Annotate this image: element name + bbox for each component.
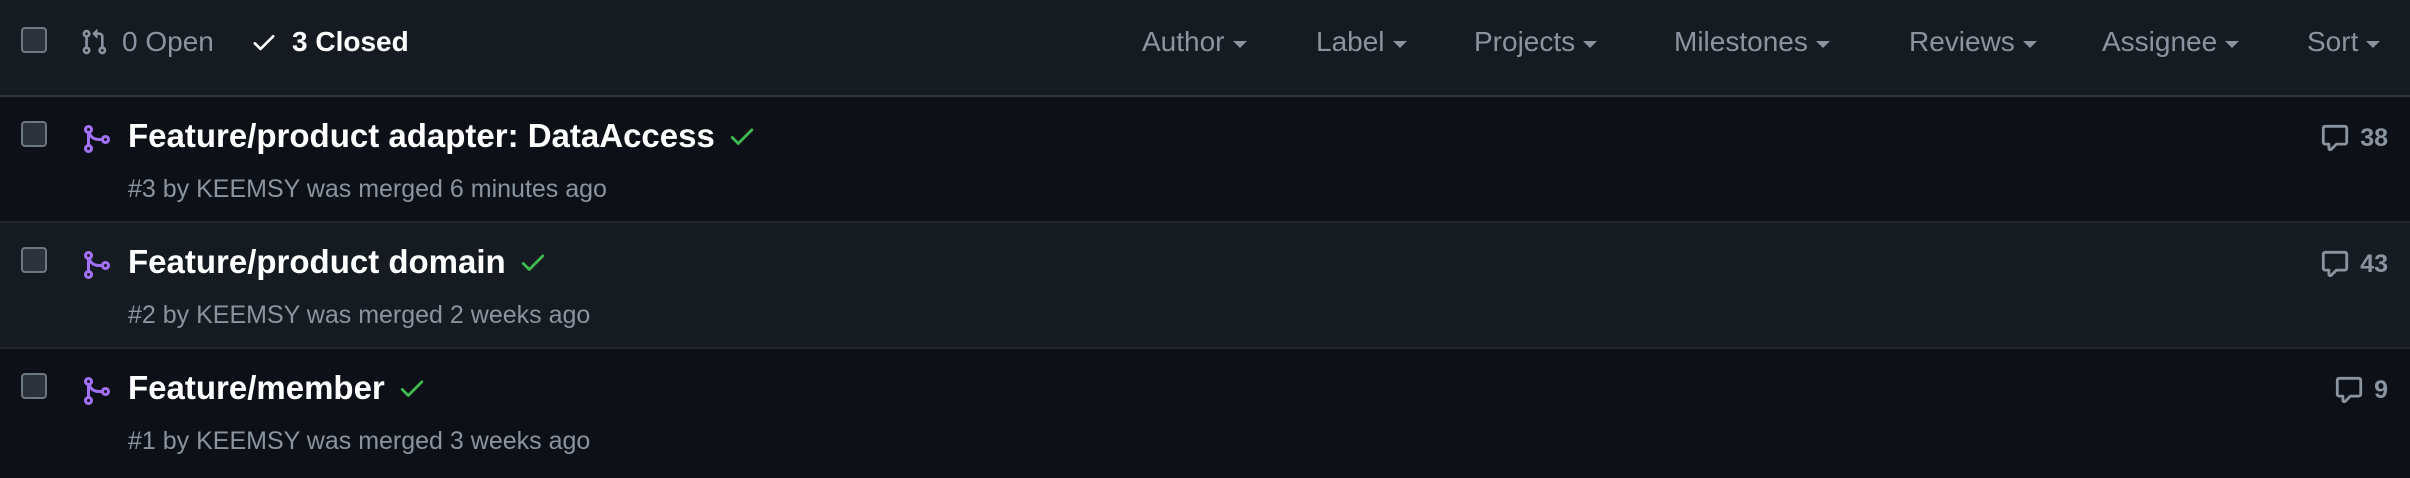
list-item: Feature/product adapter: DataAccess #3 b… [0, 97, 2410, 223]
comment-icon [2335, 376, 2363, 404]
check-icon[interactable] [518, 247, 548, 277]
pull-request-list: 0 Open 3 Closed Author Label Projects Mi… [0, 0, 2410, 478]
closed-filter-tab[interactable]: 3 Closed [250, 22, 409, 62]
assignee-filter-label: Assignee [2102, 26, 2218, 57]
sort-filter[interactable]: Sort [2307, 22, 2381, 62]
reviews-filter-label: Reviews [1909, 26, 2015, 57]
git-merge-icon [84, 125, 111, 153]
sort-filter-label: Sort [2307, 26, 2359, 57]
milestones-filter[interactable]: Milestones [1674, 22, 1830, 62]
caret-down-icon [2022, 40, 2037, 48]
caret-down-icon [1815, 40, 1830, 48]
pr-meta-text: #3 by KEEMSY was merged 6 minutes ago [128, 175, 607, 203]
comment-icon [2322, 124, 2349, 152]
comments-link[interactable]: 38 [2320, 123, 2388, 153]
row-checkbox[interactable] [21, 121, 47, 147]
comments-link[interactable]: 43 [2320, 249, 2388, 279]
author-filter[interactable]: Author [1142, 22, 1247, 62]
caret-down-icon [1392, 40, 1407, 48]
comment-count: 9 [2374, 375, 2388, 404]
pr-meta-text: #1 by KEEMSY was merged 3 weeks ago [128, 427, 591, 455]
comment-count: 43 [2360, 249, 2388, 278]
open-count-label: 0 Open [122, 26, 214, 57]
projects-filter[interactable]: Projects [1474, 22, 1598, 62]
pr-title-link[interactable]: Feature/product domain [128, 243, 506, 281]
assignee-filter[interactable]: Assignee [2102, 22, 2240, 62]
label-filter-label: Label [1316, 26, 1385, 57]
comment-count: 38 [2360, 123, 2388, 152]
open-filter-tab[interactable]: 0 Open [80, 22, 214, 62]
git-merge-icon [84, 251, 111, 279]
caret-down-icon [2366, 40, 2381, 48]
row-checkbox[interactable] [21, 373, 47, 399]
list-item: Feature/product domain #2 by KEEMSY was … [0, 223, 2410, 349]
select-all-checkbox[interactable] [21, 27, 47, 53]
comments-link[interactable]: 9 [2334, 375, 2388, 405]
label-filter[interactable]: Label [1316, 22, 1407, 62]
caret-down-icon [1232, 40, 1247, 48]
check-icon [253, 35, 275, 51]
milestones-filter-label: Milestones [1674, 26, 1808, 57]
check-icon[interactable] [727, 121, 757, 151]
git-pull-request-icon [82, 29, 107, 55]
list-header: 0 Open 3 Closed Author Label Projects Mi… [0, 0, 2410, 97]
check-icon[interactable] [397, 373, 427, 403]
projects-filter-label: Projects [1474, 26, 1576, 57]
author-filter-label: Author [1142, 26, 1225, 57]
git-merge-icon [84, 377, 111, 405]
caret-down-icon [1583, 40, 1598, 48]
pr-title-link[interactable]: Feature/product adapter: DataAccess [128, 117, 715, 155]
pr-title-link[interactable]: Feature/member [128, 369, 385, 407]
row-checkbox[interactable] [21, 247, 47, 273]
reviews-filter[interactable]: Reviews [1909, 22, 2037, 62]
list-item: Feature/member #1 by KEEMSY was merged 3… [0, 349, 2410, 478]
closed-count-label: 3 Closed [292, 26, 409, 57]
comment-icon [2322, 250, 2349, 278]
caret-down-icon [2225, 40, 2240, 48]
pr-meta-text: #2 by KEEMSY was merged 2 weeks ago [128, 301, 591, 329]
